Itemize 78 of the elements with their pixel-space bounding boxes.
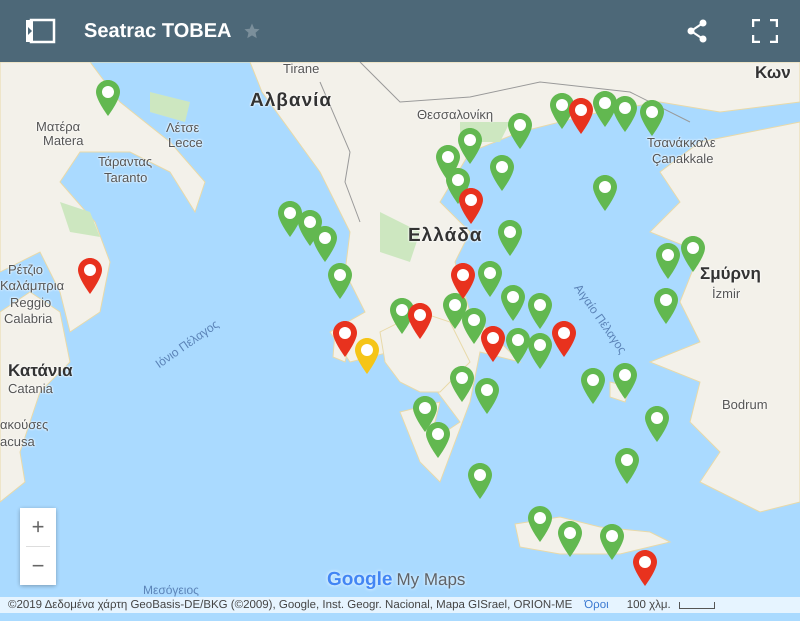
- map-pin[interactable]: [95, 79, 121, 117]
- map-pin[interactable]: [568, 97, 594, 135]
- terms-link[interactable]: Όροι: [584, 599, 609, 611]
- map-pin[interactable]: [592, 90, 618, 128]
- map-label: Τάραντας: [98, 155, 152, 168]
- map-pin[interactable]: [327, 262, 353, 300]
- map-pin[interactable]: [312, 225, 338, 263]
- share-icon[interactable]: [686, 19, 708, 43]
- map-label: Tirane: [283, 62, 320, 75]
- map-title: Seatrac TOBEA: [84, 20, 232, 42]
- map-pin[interactable]: [425, 421, 451, 459]
- map-label: Κων: [755, 64, 791, 81]
- map-pin[interactable]: [653, 287, 679, 325]
- map-label: Matera: [43, 134, 84, 147]
- map-pin[interactable]: [580, 367, 606, 405]
- map-label: Ρέτζιο: [8, 263, 44, 276]
- map-label: Θεσσαλονίκη: [417, 108, 494, 121]
- scale-bar-icon: [678, 602, 715, 608]
- map-pin[interactable]: [557, 520, 583, 558]
- map-pin[interactable]: [457, 127, 483, 165]
- map-pin[interactable]: [644, 405, 670, 443]
- zoom-out-button[interactable]: −: [20, 547, 56, 585]
- map-label: Κατάνια: [8, 362, 73, 379]
- map-pin[interactable]: [277, 200, 303, 238]
- map-pin[interactable]: [332, 320, 358, 358]
- map-label: Catania: [8, 382, 53, 395]
- map-label: Λέτσε: [166, 121, 200, 134]
- map-pin[interactable]: [507, 112, 533, 150]
- map-pin[interactable]: [497, 219, 523, 257]
- map-pin[interactable]: [77, 257, 103, 295]
- map-label: Ματέρα: [36, 120, 80, 133]
- my-maps-logo: My Maps: [396, 570, 466, 590]
- map-pin[interactable]: [500, 284, 526, 322]
- map-pin[interactable]: [527, 332, 553, 370]
- map-label: Bodrum: [722, 398, 768, 411]
- map-pin[interactable]: [592, 174, 618, 212]
- map-pin[interactable]: [474, 377, 500, 415]
- map-label: Lecce: [168, 136, 203, 149]
- zoom-in-button[interactable]: +: [20, 508, 56, 546]
- google-logo: Google: [327, 569, 392, 591]
- map-label: Reggio: [10, 296, 52, 309]
- map-label: Σμύρνη: [700, 265, 761, 282]
- map-label: Τσανάκκαλε: [647, 136, 716, 149]
- map-pin[interactable]: [458, 187, 484, 225]
- map-pin[interactable]: [527, 292, 553, 330]
- map-label: İzmir: [712, 287, 740, 300]
- map-pin[interactable]: [614, 447, 640, 485]
- sidebar-toggle-icon[interactable]: [24, 18, 56, 44]
- map-pin[interactable]: [449, 365, 475, 403]
- attribution-text: ©2019 Δεδομένα χάρτη GeoBasis-DE/BKG (©2009), Google, Inst. Geogr. Nacional, Mapa GISrael, ORION-ME: [8, 599, 572, 611]
- map-pin[interactable]: [450, 262, 476, 300]
- map-label: Taranto: [104, 171, 148, 184]
- map-pin[interactable]: [505, 327, 531, 365]
- map-label: ακούσες: [0, 418, 48, 431]
- scale-label: 100 χλμ.: [626, 599, 671, 611]
- map-label: acusa: [0, 435, 35, 448]
- map-pin[interactable]: [612, 362, 638, 400]
- map-label: Calabria: [4, 312, 52, 325]
- map-pin[interactable]: [477, 260, 503, 298]
- map-pin[interactable]: [407, 302, 433, 340]
- map-label: Ελλάδα: [408, 226, 482, 245]
- map-label: Αλβανία: [250, 91, 332, 110]
- star-icon[interactable]: [243, 22, 262, 40]
- fullscreen-icon[interactable]: [752, 19, 778, 43]
- map-pin[interactable]: [489, 154, 515, 192]
- map-label: Μεσόγειος: [143, 584, 199, 596]
- map-pin[interactable]: [655, 242, 681, 280]
- map-pin[interactable]: [632, 549, 658, 587]
- map-pin[interactable]: [639, 99, 665, 137]
- map-pin[interactable]: [467, 462, 493, 500]
- map-pin[interactable]: [527, 505, 553, 543]
- map-label: Çanakkale: [652, 152, 714, 165]
- map-pin[interactable]: [480, 325, 506, 363]
- map-pin[interactable]: [612, 95, 638, 133]
- map-pin[interactable]: [461, 307, 487, 345]
- map-pin[interactable]: [551, 320, 577, 358]
- map-pin[interactable]: [599, 523, 625, 561]
- map-label: Καλάμπρια: [0, 279, 64, 292]
